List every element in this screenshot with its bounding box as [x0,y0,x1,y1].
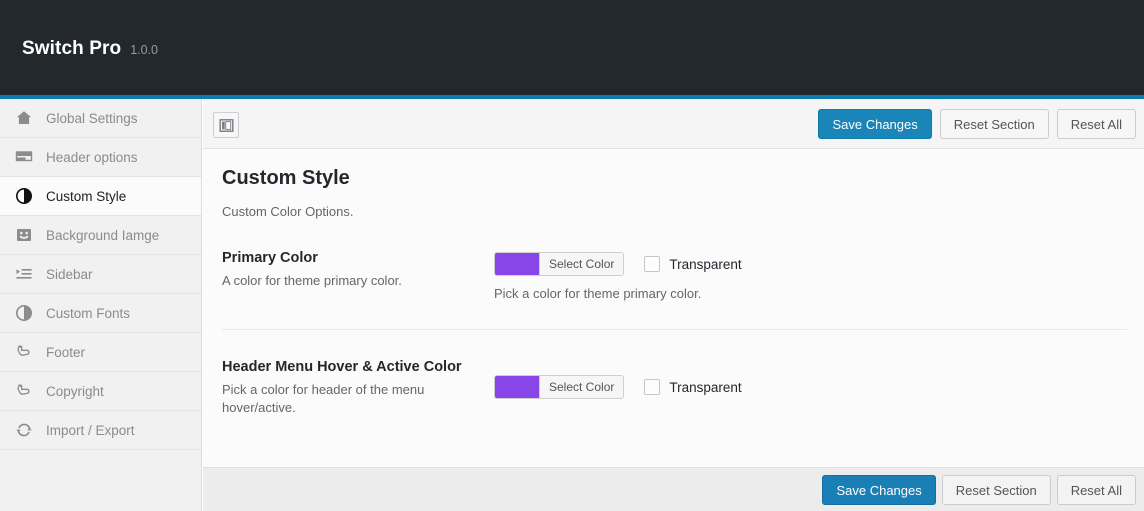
sidebar-item-import-export[interactable]: Import / Export [0,411,201,450]
select-color-label: Select Color [539,376,623,398]
transparent-checkbox[interactable] [644,379,660,395]
save-changes-button[interactable]: Save Changes [822,475,935,505]
main-panel: Save Changes Reset Section Reset All Cus… [203,99,1144,511]
sidebar-item-label: Footer [46,345,85,360]
transparent-label: Transparent [669,380,741,395]
color-swatch[interactable] [495,253,539,275]
panel-layout-icon[interactable] [213,112,239,138]
sidebar-item-label: Custom Fonts [46,306,130,321]
sidebar-item-label: Custom Style [46,189,126,204]
toolbar-actions: Save Changes Reset Section Reset All [818,109,1136,139]
reset-all-button[interactable]: Reset All [1057,475,1136,505]
contrast-icon [14,187,33,206]
content-area: Custom Style Custom Color Options. Prima… [203,149,1144,466]
page-title: Custom Style [222,167,350,190]
image-icon [14,226,33,245]
reset-section-button[interactable]: Reset Section [942,475,1051,505]
toolbar: Save Changes Reset Section Reset All [203,99,1144,149]
app-header: Switch Pro 1.0.0 [0,0,1144,95]
save-changes-button[interactable]: Save Changes [818,109,931,139]
page-subtitle: Custom Color Options. [222,204,354,219]
sidebar-item-footer[interactable]: Footer [0,333,201,372]
hand-point-icon [14,382,33,401]
color-control: Select Color Transparent [494,252,742,276]
field-description: A color for theme primary color. [222,272,472,290]
field-label: Header Menu Hover & Active Color [222,359,1127,375]
sidebar-item-background-image[interactable]: Background Iamge [0,216,201,255]
sidebar-item-label: Header options [46,150,138,165]
sidebar-item-label: Global Settings [46,111,138,126]
transparent-label: Transparent [669,257,741,272]
transparent-option[interactable]: Transparent [644,379,741,395]
field-hint: Pick a color for theme primary color. [494,286,701,301]
transparent-option[interactable]: Transparent [644,256,741,272]
sidebar-item-global-settings[interactable]: Global Settings [0,99,201,138]
sidebar-item-copyright[interactable]: Copyright [0,372,201,411]
app-branding: Switch Pro 1.0.0 [22,38,158,60]
select-color-button[interactable]: Select Color [494,375,624,399]
field-primary-color: Primary Color A color for theme primary … [222,250,1127,290]
hand-point-icon [14,343,33,362]
sidebar-item-label: Import / Export [46,423,135,438]
sidebar-item-label: Sidebar [46,267,93,282]
header-bars-icon [14,148,33,167]
sidebar-item-sidebar[interactable]: Sidebar [0,255,201,294]
sidebar-item-label: Copyright [46,384,104,399]
app-title: Switch Pro [22,38,121,60]
reset-all-button[interactable]: Reset All [1057,109,1136,139]
indent-list-icon [14,265,33,284]
sidebar: Global Settings Header options Custom St… [0,99,202,511]
sidebar-item-custom-style[interactable]: Custom Style [0,177,201,216]
sidebar-item-header-options[interactable]: Header options [0,138,201,177]
sidebar-item-custom-fonts[interactable]: Custom Fonts [0,294,201,333]
sidebar-item-label: Background Iamge [46,228,159,243]
transparent-checkbox[interactable] [644,256,660,272]
color-swatch[interactable] [495,376,539,398]
footer-actions: Save Changes Reset Section Reset All [822,475,1136,505]
sync-icon [14,421,33,440]
reset-section-button[interactable]: Reset Section [940,109,1049,139]
field-divider [222,329,1127,330]
select-color-label: Select Color [539,253,623,275]
field-header-menu-hover-color: Header Menu Hover & Active Color Pick a … [222,359,1127,417]
contrast-icon [14,304,33,323]
select-color-button[interactable]: Select Color [494,252,624,276]
home-icon [14,109,33,128]
footer-bar: Save Changes Reset Section Reset All [203,467,1144,511]
color-control: Select Color Transparent [494,375,742,399]
field-description: Pick a color for header of the menu hove… [222,381,472,417]
app-version: 1.0.0 [130,43,158,57]
